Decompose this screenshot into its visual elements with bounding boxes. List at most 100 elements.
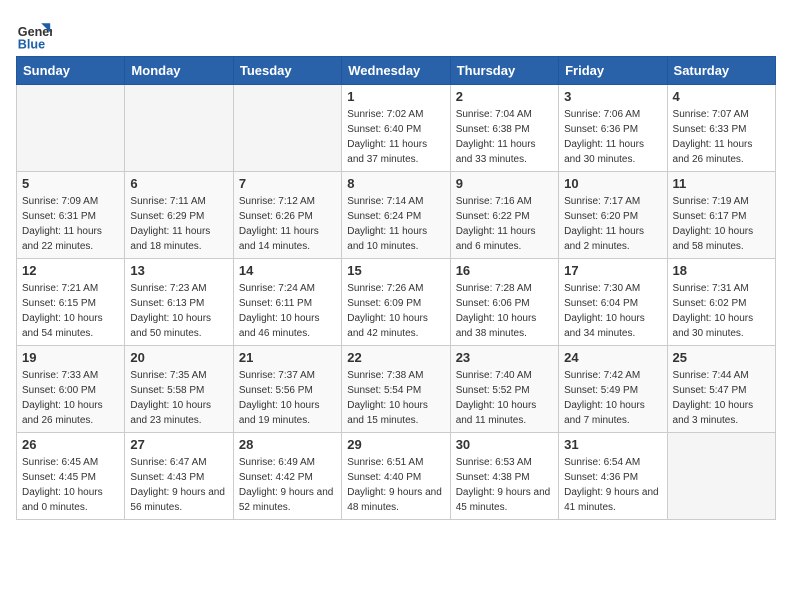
day-info: Sunrise: 7:38 AM Sunset: 5:54 PM Dayligh…: [347, 368, 444, 428]
header-row: SundayMondayTuesdayWednesdayThursdayFrid…: [17, 57, 776, 85]
day-number: 10: [564, 176, 661, 191]
table-row: 5 Sunrise: 7:09 AM Sunset: 6:31 PM Daylig…: [17, 172, 125, 259]
day-info: Sunrise: 7:04 AM Sunset: 6:38 PM Dayligh…: [456, 107, 553, 167]
table-row: 11 Sunrise: 7:19 AM Sunset: 6:17 PM Dayli…: [667, 172, 775, 259]
day-number: 12: [22, 263, 119, 278]
day-info: Sunrise: 7:31 AM Sunset: 6:02 PM Dayligh…: [673, 281, 770, 341]
day-info: Sunrise: 7:26 AM Sunset: 6:09 PM Dayligh…: [347, 281, 444, 341]
day-number: 30: [456, 437, 553, 452]
day-info: Sunrise: 6:54 AM Sunset: 4:36 PM Dayligh…: [564, 455, 661, 515]
day-info: Sunrise: 7:07 AM Sunset: 6:33 PM Dayligh…: [673, 107, 770, 167]
day-number: 3: [564, 89, 661, 104]
calendar-week-row: 1 Sunrise: 7:02 AM Sunset: 6:40 PM Daylig…: [17, 85, 776, 172]
table-row: 23 Sunrise: 7:40 AM Sunset: 5:52 PM Dayli…: [450, 346, 558, 433]
day-number: 25: [673, 350, 770, 365]
table-row: 26 Sunrise: 6:45 AM Sunset: 4:45 PM Dayli…: [17, 433, 125, 520]
day-info: Sunrise: 7:24 AM Sunset: 6:11 PM Dayligh…: [239, 281, 336, 341]
table-row: 10 Sunrise: 7:17 AM Sunset: 6:20 PM Dayli…: [559, 172, 667, 259]
day-header-sunday: Sunday: [17, 57, 125, 85]
table-row: 31 Sunrise: 6:54 AM Sunset: 4:36 PM Dayli…: [559, 433, 667, 520]
day-number: 9: [456, 176, 553, 191]
day-info: Sunrise: 7:40 AM Sunset: 5:52 PM Dayligh…: [456, 368, 553, 428]
calendar-week-row: 26 Sunrise: 6:45 AM Sunset: 4:45 PM Dayli…: [17, 433, 776, 520]
table-row: 15 Sunrise: 7:26 AM Sunset: 6:09 PM Dayli…: [342, 259, 450, 346]
day-info: Sunrise: 7:37 AM Sunset: 5:56 PM Dayligh…: [239, 368, 336, 428]
table-row: 25 Sunrise: 7:44 AM Sunset: 5:47 PM Dayli…: [667, 346, 775, 433]
table-row: [17, 85, 125, 172]
table-row: 19 Sunrise: 7:33 AM Sunset: 6:00 PM Dayli…: [17, 346, 125, 433]
day-info: Sunrise: 7:30 AM Sunset: 6:04 PM Dayligh…: [564, 281, 661, 341]
day-info: Sunrise: 7:33 AM Sunset: 6:00 PM Dayligh…: [22, 368, 119, 428]
table-row: 29 Sunrise: 6:51 AM Sunset: 4:40 PM Dayli…: [342, 433, 450, 520]
day-number: 28: [239, 437, 336, 452]
table-row: 16 Sunrise: 7:28 AM Sunset: 6:06 PM Dayli…: [450, 259, 558, 346]
day-number: 16: [456, 263, 553, 278]
day-info: Sunrise: 6:49 AM Sunset: 4:42 PM Dayligh…: [239, 455, 336, 515]
logo-icon: General Blue: [16, 16, 52, 52]
day-info: Sunrise: 7:42 AM Sunset: 5:49 PM Dayligh…: [564, 368, 661, 428]
day-number: 1: [347, 89, 444, 104]
page-header: General Blue: [16, 16, 776, 52]
day-number: 21: [239, 350, 336, 365]
day-number: 7: [239, 176, 336, 191]
table-row: 18 Sunrise: 7:31 AM Sunset: 6:02 PM Dayli…: [667, 259, 775, 346]
day-header-tuesday: Tuesday: [233, 57, 341, 85]
day-number: 8: [347, 176, 444, 191]
day-number: 26: [22, 437, 119, 452]
table-row: 21 Sunrise: 7:37 AM Sunset: 5:56 PM Dayli…: [233, 346, 341, 433]
table-row: 17Sunrise: 7:30 AM Sunset: 6:04 PM Dayli…: [559, 259, 667, 346]
day-number: 5: [22, 176, 119, 191]
svg-text:Blue: Blue: [18, 37, 45, 51]
table-row: 9Sunrise: 7:16 AM Sunset: 6:22 PM Daylig…: [450, 172, 558, 259]
day-number: 23: [456, 350, 553, 365]
day-info: Sunrise: 7:06 AM Sunset: 6:36 PM Dayligh…: [564, 107, 661, 167]
table-row: 22Sunrise: 7:38 AM Sunset: 5:54 PM Dayli…: [342, 346, 450, 433]
logo: General Blue: [16, 16, 56, 52]
table-row: 27 Sunrise: 6:47 AM Sunset: 4:43 PM Dayli…: [125, 433, 233, 520]
day-header-friday: Friday: [559, 57, 667, 85]
day-info: Sunrise: 7:09 AM Sunset: 6:31 PM Dayligh…: [22, 194, 119, 254]
calendar-week-row: 5 Sunrise: 7:09 AM Sunset: 6:31 PM Daylig…: [17, 172, 776, 259]
day-info: Sunrise: 6:47 AM Sunset: 4:43 PM Dayligh…: [130, 455, 227, 515]
day-number: 2: [456, 89, 553, 104]
day-number: 27: [130, 437, 227, 452]
day-header-saturday: Saturday: [667, 57, 775, 85]
table-row: 14 Sunrise: 7:24 AM Sunset: 6:11 PM Dayli…: [233, 259, 341, 346]
day-info: Sunrise: 6:45 AM Sunset: 4:45 PM Dayligh…: [22, 455, 119, 515]
table-row: 2 Sunrise: 7:04 AM Sunset: 6:38 PM Daylig…: [450, 85, 558, 172]
table-row: [667, 433, 775, 520]
day-info: Sunrise: 7:35 AM Sunset: 5:58 PM Dayligh…: [130, 368, 227, 428]
table-row: 13 Sunrise: 7:23 AM Sunset: 6:13 PM Dayli…: [125, 259, 233, 346]
day-info: Sunrise: 7:14 AM Sunset: 6:24 PM Dayligh…: [347, 194, 444, 254]
day-info: Sunrise: 7:12 AM Sunset: 6:26 PM Dayligh…: [239, 194, 336, 254]
day-number: 18: [673, 263, 770, 278]
table-row: 7 Sunrise: 7:12 AM Sunset: 6:26 PM Daylig…: [233, 172, 341, 259]
table-row: 30 Sunrise: 6:53 AM Sunset: 4:38 PM Dayli…: [450, 433, 558, 520]
day-header-monday: Monday: [125, 57, 233, 85]
day-info: Sunrise: 7:44 AM Sunset: 5:47 PM Dayligh…: [673, 368, 770, 428]
day-info: Sunrise: 7:19 AM Sunset: 6:17 PM Dayligh…: [673, 194, 770, 254]
day-number: 15: [347, 263, 444, 278]
day-number: 20: [130, 350, 227, 365]
table-row: 28 Sunrise: 6:49 AM Sunset: 4:42 PM Dayli…: [233, 433, 341, 520]
table-row: 20 Sunrise: 7:35 AM Sunset: 5:58 PM Dayli…: [125, 346, 233, 433]
day-info: Sunrise: 7:28 AM Sunset: 6:06 PM Dayligh…: [456, 281, 553, 341]
day-info: Sunrise: 7:23 AM Sunset: 6:13 PM Dayligh…: [130, 281, 227, 341]
day-number: 31: [564, 437, 661, 452]
table-row: [233, 85, 341, 172]
day-number: 14: [239, 263, 336, 278]
calendar-week-row: 19 Sunrise: 7:33 AM Sunset: 6:00 PM Dayli…: [17, 346, 776, 433]
day-number: 29: [347, 437, 444, 452]
day-number: 6: [130, 176, 227, 191]
table-row: 8 Sunrise: 7:14 AM Sunset: 6:24 PM Daylig…: [342, 172, 450, 259]
day-info: Sunrise: 6:51 AM Sunset: 4:40 PM Dayligh…: [347, 455, 444, 515]
day-number: 19: [22, 350, 119, 365]
day-info: Sunrise: 7:17 AM Sunset: 6:20 PM Dayligh…: [564, 194, 661, 254]
day-info: Sunrise: 6:53 AM Sunset: 4:38 PM Dayligh…: [456, 455, 553, 515]
day-header-wednesday: Wednesday: [342, 57, 450, 85]
day-number: 11: [673, 176, 770, 191]
day-info: Sunrise: 7:02 AM Sunset: 6:40 PM Dayligh…: [347, 107, 444, 167]
table-row: 24Sunrise: 7:42 AM Sunset: 5:49 PM Dayli…: [559, 346, 667, 433]
day-number: 13: [130, 263, 227, 278]
day-info: Sunrise: 7:11 AM Sunset: 6:29 PM Dayligh…: [130, 194, 227, 254]
